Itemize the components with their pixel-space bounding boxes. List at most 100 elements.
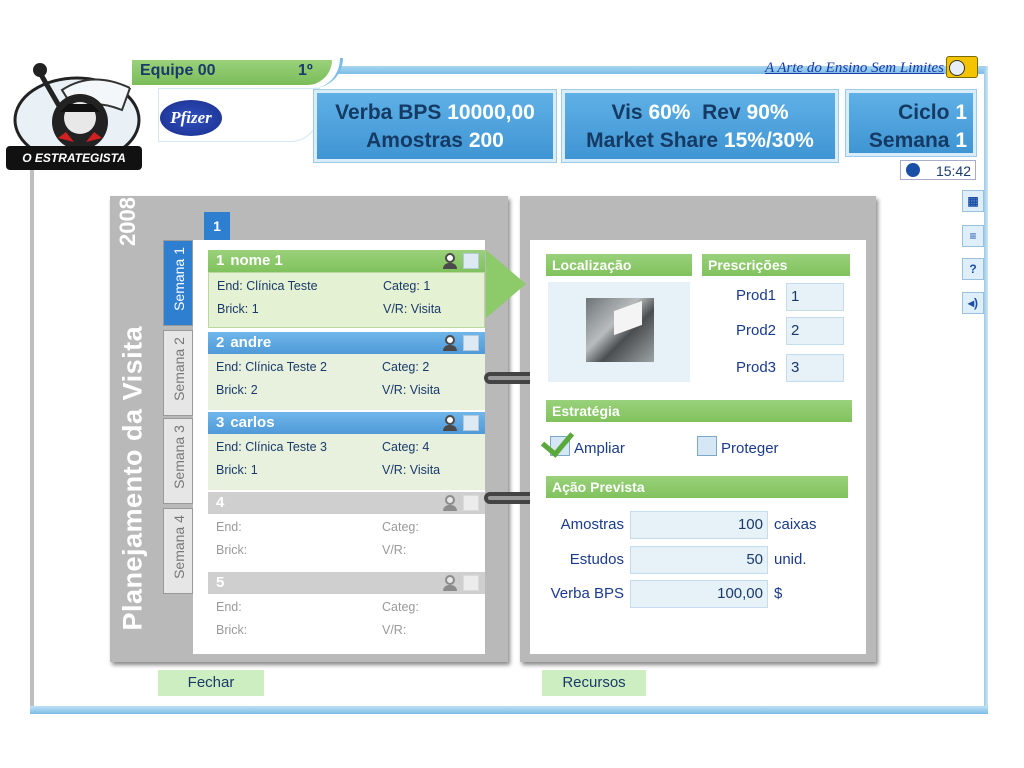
tab-week-3-label: Semana 3 (171, 425, 187, 489)
visit-header: 5 (208, 572, 485, 594)
studies-unit: unid. (774, 551, 807, 568)
performance-panel: Vis 60% Rev 90% Market Share 15%/30% (562, 90, 838, 162)
visit-checkbox[interactable] (463, 335, 479, 351)
visit-checkbox[interactable] (463, 415, 479, 431)
person-icon[interactable] (443, 575, 457, 591)
pfizer-logo: Pfizer (160, 100, 222, 136)
prod2-label: Prod2 (736, 322, 777, 339)
visit-type-value: Visita (409, 463, 441, 477)
visit-name: nome 1 (230, 252, 283, 269)
visit-card[interactable]: 4 End: Categ: Brick: V/R: (208, 492, 485, 570)
brick-label: Brick: (216, 463, 248, 477)
share-label: Market Share (586, 129, 719, 152)
tab-week-4-label: Semana 4 (171, 515, 187, 579)
visit-number: 2 (216, 334, 225, 351)
visit-name: carlos (230, 414, 275, 431)
visit-details: End: Clínica Teste Categ: 1 Brick: 1 V/R… (208, 272, 485, 328)
person-icon[interactable] (443, 253, 457, 269)
rev-label: Rev (702, 101, 741, 124)
address-label: End: (217, 279, 243, 293)
cycle-tab[interactable]: 1 (204, 212, 230, 240)
help-icon[interactable]: ? (962, 258, 984, 280)
prod2-input[interactable]: 2 (786, 317, 844, 345)
rev-value: 90% (746, 101, 789, 124)
visit-checkbox[interactable] (463, 575, 479, 591)
address-value: Clínica Teste 3 (245, 440, 327, 454)
tab-week-2[interactable]: Semana 2 (163, 330, 193, 416)
category-label: Categ: (382, 600, 419, 614)
brick-label: Brick: (216, 623, 248, 637)
resources-button[interactable]: Recursos (542, 670, 646, 696)
address-value: Clínica Teste 2 (245, 360, 327, 374)
notes-icon[interactable]: ≡ (962, 225, 984, 247)
visit-card[interactable]: 1 nome 1 End: Clínica Teste Categ: 1 Bric… (208, 250, 485, 328)
category-label: Categ: (382, 440, 419, 454)
category-label: Categ: (382, 360, 419, 374)
prod3-input[interactable]: 3 (786, 354, 844, 382)
visit-card[interactable]: 3 carlos End: Clínica Teste 3 Categ: 4 Br… (208, 412, 485, 490)
visit-header: 4 (208, 492, 485, 514)
brick-label: Brick: (216, 383, 248, 397)
week-value: 1 (955, 129, 967, 152)
visit-header: 2 andre (208, 332, 485, 354)
visit-details: End: Clínica Teste 3 Categ: 4 Brick: 1 V… (208, 434, 485, 490)
location-image (586, 298, 654, 362)
vis-label: Vis (611, 101, 643, 124)
ampliar-label: Ampliar (574, 440, 625, 457)
brick-value: 2 (250, 383, 258, 397)
person-icon[interactable] (443, 495, 457, 511)
location-header: Localização (546, 254, 692, 276)
selected-visit-arrow (486, 250, 526, 318)
bottom-frame-line (30, 706, 988, 714)
visit-checkbox[interactable] (463, 253, 479, 269)
tab-week-1[interactable]: Semana 1 (163, 240, 193, 326)
week-label: Semana (868, 129, 950, 152)
action-header: Ação Prevista (546, 476, 848, 498)
proteger-label: Proteger (721, 440, 779, 457)
brick-value: 1 (250, 463, 258, 477)
tab-week-3[interactable]: Semana 3 (163, 418, 193, 504)
address-label: End: (216, 600, 242, 614)
partner-logo-icon (946, 56, 978, 78)
address-label: End: (216, 520, 242, 534)
planner-title: Planejamento da Visita (117, 325, 148, 631)
budget-action-input[interactable]: 100,00 (630, 580, 768, 608)
clock-icon (906, 163, 920, 177)
tab-week-2-label: Semana 2 (171, 337, 187, 401)
share-value: 15%/30% (723, 129, 814, 152)
visit-type-value: Visita (409, 383, 441, 397)
team-name: Equipe 00 (140, 62, 216, 79)
brick-label: Brick: (216, 543, 248, 557)
studies-action-input[interactable]: 50 (630, 546, 768, 574)
person-icon[interactable] (443, 415, 457, 431)
category-value: 4 (422, 440, 430, 454)
address-label: End: (216, 440, 242, 454)
visit-type-label: V/R: (382, 463, 407, 477)
person-icon[interactable] (443, 335, 457, 351)
brick-value: 1 (251, 302, 259, 316)
visit-type-label: V/R: (383, 302, 408, 316)
samples-action-label: Amostras (560, 516, 624, 533)
samples-unit: caixas (774, 516, 817, 533)
calculator-icon[interactable]: ▦ (962, 190, 984, 212)
sound-icon[interactable]: ◂) (962, 292, 984, 314)
visit-card[interactable]: 2 andre End: Clínica Teste 2 Categ: 2 Bri… (208, 332, 485, 410)
visit-checkbox[interactable] (463, 495, 479, 511)
budget-action-label: Verba BPS (550, 585, 624, 602)
cycle-value: 1 (955, 101, 967, 124)
tab-week-4[interactable]: Semana 4 (163, 508, 193, 594)
prod1-input[interactable]: 1 (786, 283, 844, 311)
proteger-checkbox[interactable] (697, 436, 717, 456)
close-button[interactable]: Fechar (158, 670, 264, 696)
prescriptions-header: Prescrições (702, 254, 850, 276)
strategy-header: Estratégia (546, 400, 852, 422)
visit-details: End: Categ: Brick: V/R: (208, 594, 485, 650)
planner-year: 2008 (115, 197, 140, 246)
category-label: Categ: (383, 279, 420, 293)
prod3-label: Prod3 (736, 359, 777, 376)
samples-action-input[interactable]: 100 (630, 511, 768, 539)
tab-week-1-label: Semana 1 (171, 247, 187, 311)
visit-card[interactable]: 5 End: Categ: Brick: V/R: (208, 572, 485, 650)
tagline-link[interactable]: A Arte do Ensino Sem Limites (765, 60, 944, 77)
category-value: 2 (422, 360, 430, 374)
